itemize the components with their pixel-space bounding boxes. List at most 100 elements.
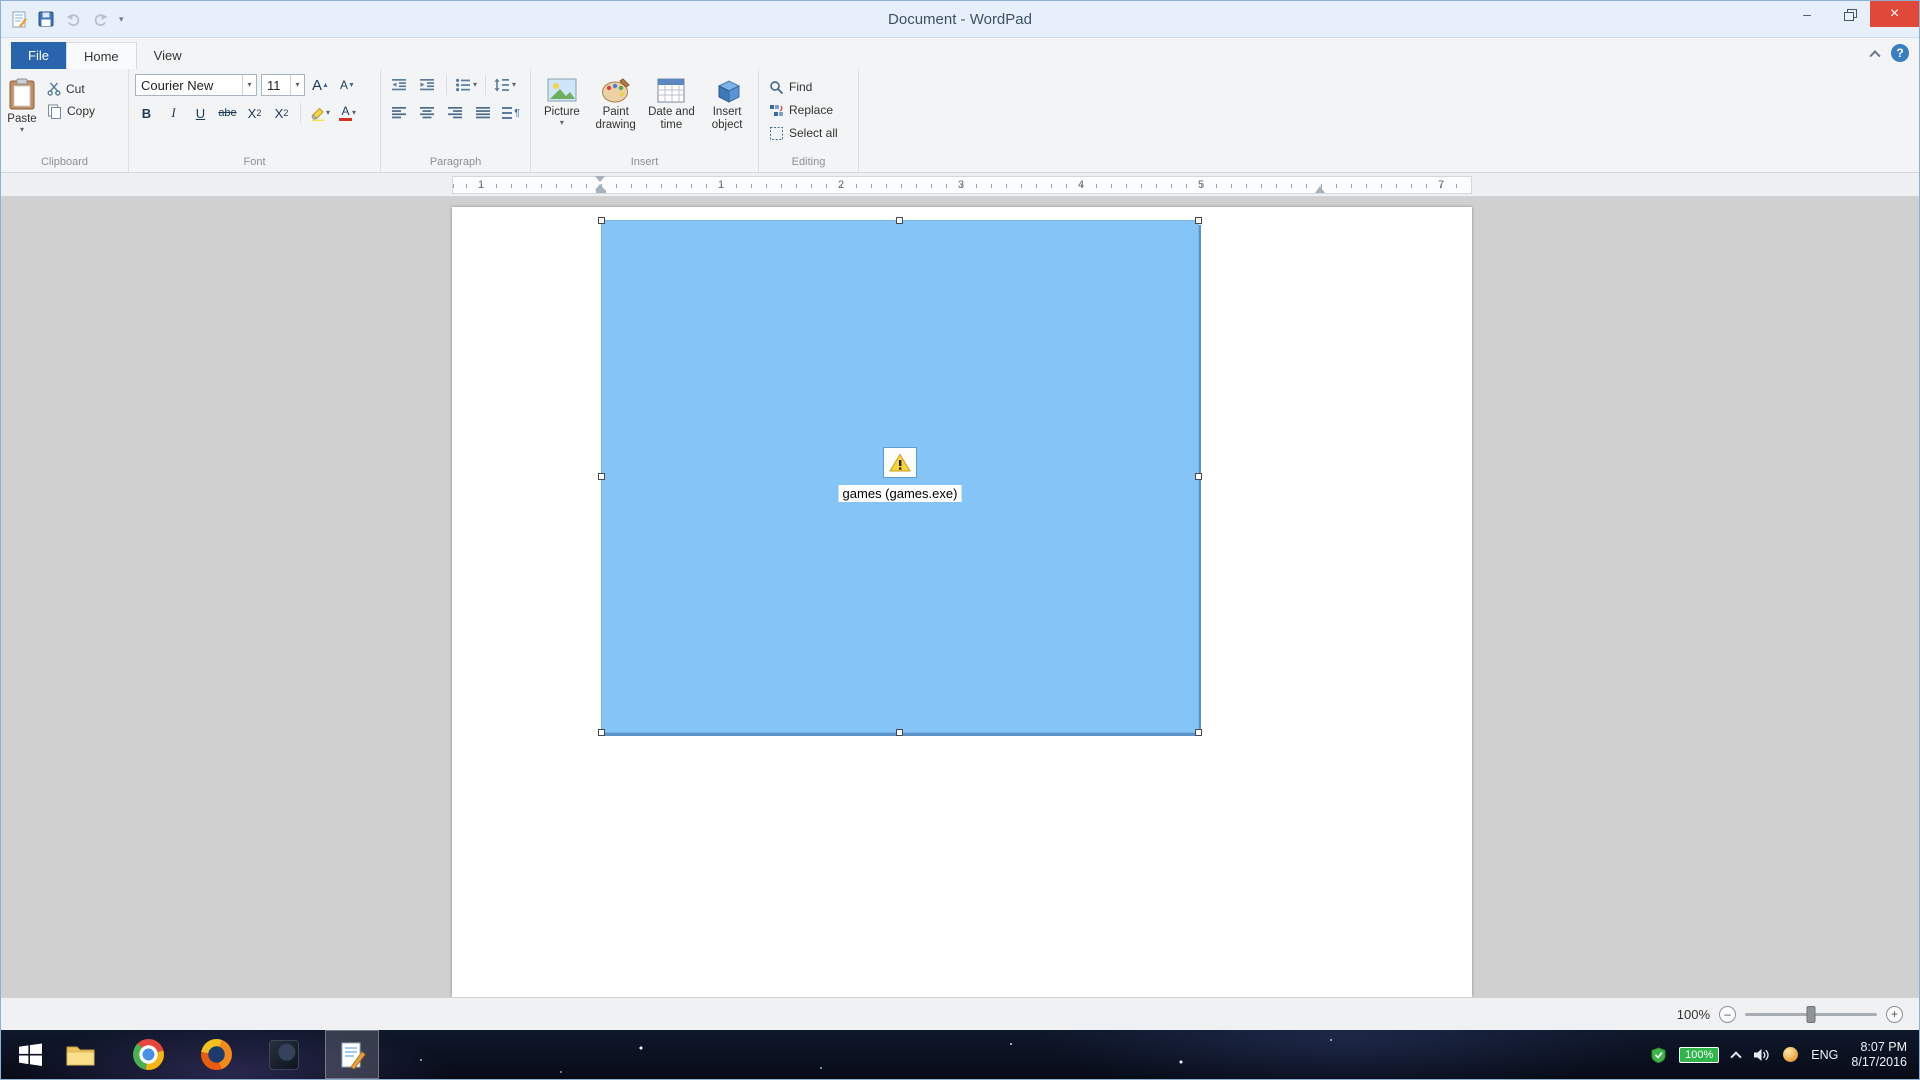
replace-button[interactable]: Replace <box>765 99 842 121</box>
date-time-label: Date and time <box>645 106 699 132</box>
taskbar-app-dark[interactable] <box>257 1030 311 1079</box>
taskbar: 100% ENG 8:07 PM 8/17/2016 <box>1 1030 1919 1079</box>
ribbon-tools: ? <box>1871 44 1909 62</box>
increase-indent-button[interactable] <box>415 74 439 96</box>
copy-button[interactable]: Copy <box>43 100 99 122</box>
subscript-base: X <box>248 106 257 121</box>
resize-handle-s[interactable] <box>896 729 903 736</box>
select-all-button[interactable]: Select all <box>765 122 842 144</box>
resize-handle-se[interactable] <box>1195 729 1202 736</box>
paint-drawing-button[interactable]: Paint drawing <box>591 74 641 154</box>
paragraph-dialog-button[interactable]: ¶ <box>499 102 523 124</box>
wordpad-taskbar-icon <box>338 1041 366 1069</box>
wordpad-app-icon[interactable] <box>9 9 29 29</box>
strikethrough-button[interactable]: abe <box>216 102 239 124</box>
embedded-object-label[interactable]: games (games.exe) <box>839 485 962 502</box>
ruler-number: 4 <box>1078 177 1084 194</box>
paste-button[interactable]: Paste ▾ <box>7 74 37 154</box>
zoom-in-button[interactable]: + <box>1886 1006 1903 1023</box>
tab-home[interactable]: Home <box>66 42 137 69</box>
align-center-button[interactable] <box>415 102 439 124</box>
system-tray: 100% ENG 8:07 PM 8/17/2016 <box>1651 1040 1919 1070</box>
tab-view[interactable]: View <box>137 42 199 69</box>
decrease-indent-button[interactable] <box>387 74 411 96</box>
zoom-slider-thumb[interactable] <box>1807 1006 1816 1023</box>
align-left-button[interactable] <box>387 102 411 124</box>
document-page[interactable]: games (games.exe) <box>452 207 1472 997</box>
superscript-base: X <box>275 106 284 121</box>
redo-icon[interactable] <box>90 9 110 29</box>
line-spacing-button[interactable]: ▾ <box>493 74 517 96</box>
document-area[interactable]: games (games.exe) <box>1 197 1919 997</box>
save-icon[interactable] <box>36 9 56 29</box>
italic-button[interactable]: I <box>162 102 185 124</box>
window-title: Document - WordPad <box>1 11 1919 28</box>
font-color-button[interactable]: A ▾ <box>336 102 359 124</box>
cut-button[interactable]: Cut <box>43 78 99 100</box>
subscript-button[interactable]: X2 <box>243 102 266 124</box>
taskbar-chrome[interactable] <box>121 1030 175 1079</box>
find-label: Find <box>789 80 812 94</box>
font-family-dropdown-icon[interactable]: ▾ <box>242 75 256 95</box>
resize-handle-n[interactable] <box>896 217 903 224</box>
font-size-select[interactable]: 11 ▾ <box>261 74 305 96</box>
ribbon-tab-row: File Home View ? <box>1 38 1919 69</box>
justify-button[interactable] <box>471 102 495 124</box>
shrink-font-button[interactable]: A▼ <box>336 74 359 96</box>
list-button[interactable]: ▾ <box>454 74 478 96</box>
resize-handle-sw[interactable] <box>598 729 605 736</box>
subscript-mark: 2 <box>256 108 261 118</box>
close-button[interactable]: × <box>1870 1 1919 27</box>
broken-file-icon[interactable] <box>883 447 917 478</box>
qat-customize-dropdown-icon[interactable]: ▾ <box>117 14 126 25</box>
zoom-out-button[interactable]: – <box>1719 1006 1736 1023</box>
taskbar-browser-2[interactable] <box>189 1030 243 1079</box>
ruler-number: 7 <box>1438 177 1444 194</box>
undo-icon[interactable] <box>63 9 83 29</box>
find-button[interactable]: Find <box>765 76 842 98</box>
line-spacing-icon <box>494 78 510 92</box>
resize-handle-e[interactable] <box>1195 473 1202 480</box>
align-right-button[interactable] <box>443 102 467 124</box>
highlight-color-button[interactable]: ▾ <box>308 102 332 124</box>
insert-picture-button[interactable]: Picture ▾ <box>537 74 587 154</box>
security-shield-icon[interactable] <box>1651 1047 1666 1063</box>
folder-icon <box>65 1042 96 1068</box>
grow-font-button[interactable]: A▲ <box>309 74 332 96</box>
battery-indicator[interactable]: 100% <box>1679 1047 1719 1063</box>
font-family-select[interactable]: Courier New ▾ <box>135 74 257 96</box>
maximize-button[interactable] <box>1828 1 1870 27</box>
resize-handle-ne[interactable] <box>1195 217 1202 224</box>
group-paragraph: ▾ ▾ <box>381 69 531 172</box>
minimize-button[interactable]: – <box>1786 1 1828 27</box>
highlight-dropdown-icon: ▾ <box>326 110 330 116</box>
taskbar-wordpad[interactable] <box>325 1030 379 1079</box>
language-indicator[interactable]: ENG <box>1811 1048 1838 1062</box>
embedded-object[interactable]: games (games.exe) <box>601 220 1199 733</box>
select-all-icon <box>769 126 784 141</box>
underline-button[interactable]: U <box>189 102 212 124</box>
show-hidden-icons-chevron[interactable] <box>1731 1051 1742 1062</box>
paste-clipboard-icon <box>7 77 37 111</box>
speaker-icon[interactable] <box>1753 1048 1770 1062</box>
wordpad-window: ▾ Document - WordPad – × File Home View … <box>0 0 1920 1080</box>
help-icon[interactable]: ? <box>1891 44 1909 62</box>
ruler[interactable]: 1 1 2 3 4 5 7 <box>452 176 1472 194</box>
start-button[interactable] <box>7 1030 53 1079</box>
tab-file[interactable]: File <box>11 42 66 69</box>
bold-button[interactable]: B <box>135 102 158 124</box>
zoom-slider[interactable] <box>1745 1013 1877 1016</box>
resize-handle-nw[interactable] <box>598 217 605 224</box>
superscript-button[interactable]: X2 <box>270 102 293 124</box>
collapse-ribbon-icon[interactable] <box>1869 50 1880 61</box>
tray-notification-icon[interactable] <box>1783 1047 1798 1062</box>
taskbar-clock[interactable]: 8:07 PM 8/17/2016 <box>1851 1040 1907 1070</box>
taskbar-file-explorer[interactable] <box>53 1030 107 1079</box>
hanging-indent-marker[interactable] <box>595 179 605 190</box>
insert-object-button[interactable]: Insert object <box>702 74 752 154</box>
date-time-button[interactable]: Date and time <box>645 74 699 154</box>
font-size-dropdown-icon[interactable]: ▾ <box>290 75 304 95</box>
resize-handle-w[interactable] <box>598 473 605 480</box>
left-indent-marker[interactable] <box>596 190 606 193</box>
right-indent-marker[interactable] <box>1315 181 1325 193</box>
